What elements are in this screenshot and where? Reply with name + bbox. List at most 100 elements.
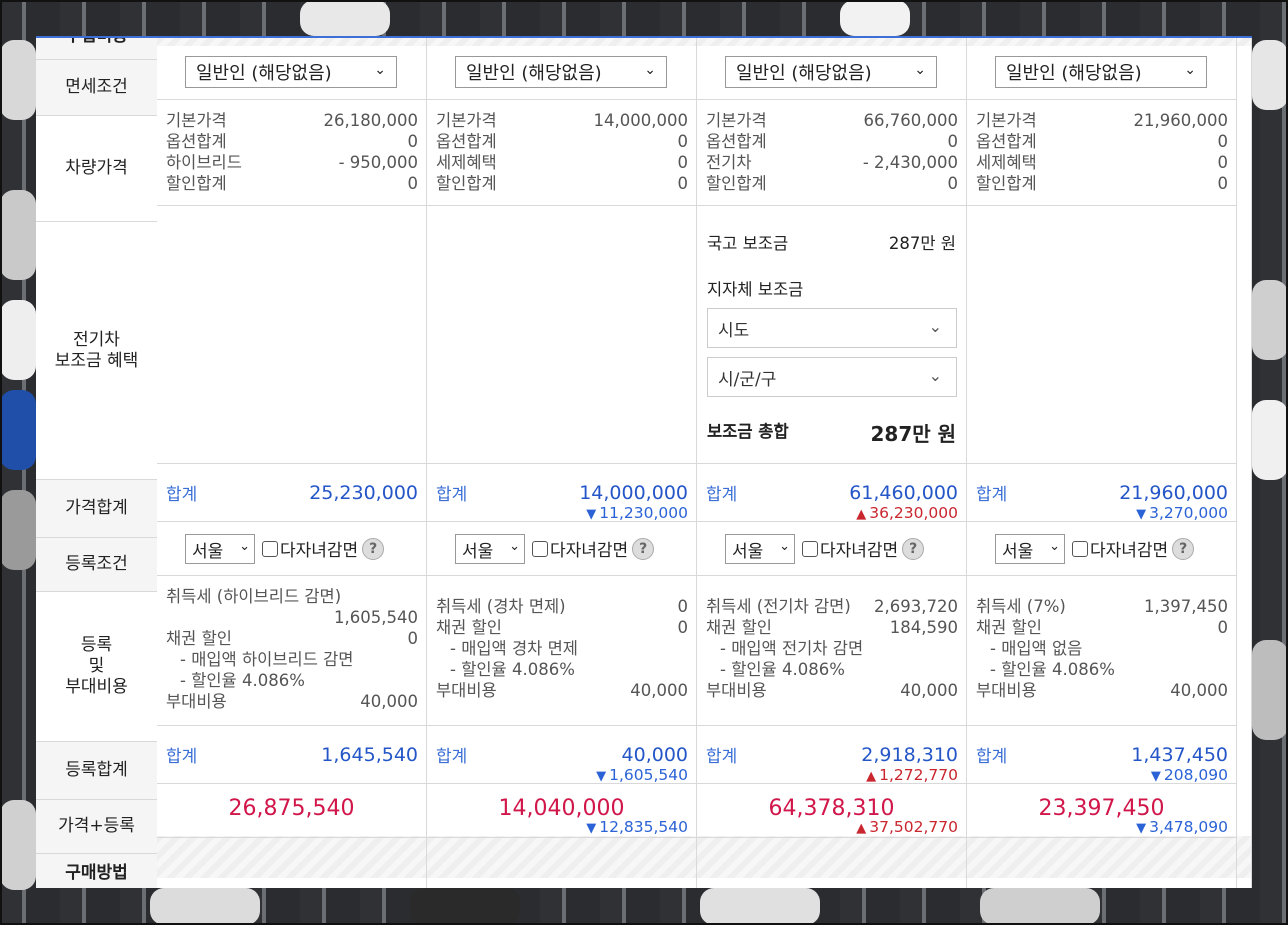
reg-costs-cell: 취득세 (경차 면제) 0 채권 할인 0 - 매입액 경차 면제 - 할인율 4.…: [427, 576, 696, 726]
region-select[interactable]: 서울 ⌄: [725, 534, 795, 564]
region-select[interactable]: 서울 ⌄: [995, 534, 1065, 564]
bond-value: 184,590: [889, 618, 958, 637]
reg-total-cell: 합계 2,918,310 ▲ 1,272,770: [697, 726, 966, 784]
price-line-label: 기본가격: [166, 111, 227, 130]
bond-sub: - 할인율 4.086%: [166, 670, 418, 691]
multi-child-checkbox[interactable]: [262, 540, 278, 557]
ev-subsidy-cell: [967, 206, 1236, 464]
vehicle-column: 일반인 (해당없음) ⌄ 기본가격 21,960,000 옵션합계 0 세제혜택…: [967, 38, 1237, 888]
sido-select[interactable]: 시도 ⌄: [707, 308, 957, 348]
bond-sub-text: - 할인율 4.086%: [450, 660, 575, 679]
price-line: 기본가격 21,960,000: [976, 110, 1228, 131]
multi-child-checkbox[interactable]: [1072, 540, 1088, 557]
extra-label: 부대비용: [976, 681, 1037, 700]
region-select[interactable]: 서울 ⌄: [185, 534, 255, 564]
row-label-car-price: 차량가격: [36, 116, 157, 222]
sigungu-select-value: 시/군/구: [718, 369, 777, 390]
bond-sub: - 매입액 없음: [976, 638, 1228, 659]
reg-sum: 1,645,540: [321, 744, 418, 766]
price-line-value: 66,760,000: [863, 111, 958, 130]
row-label-reg-condition: 등록조건: [36, 538, 157, 592]
row-label-text: 구입비용: [65, 36, 128, 46]
national-subsidy: 국고 보조금 287만 원: [707, 230, 956, 254]
national-subsidy-value: 287만 원: [888, 234, 956, 253]
multi-child-label: 다자녀감면: [550, 541, 629, 561]
help-circle-icon[interactable]: ?: [902, 537, 925, 560]
reg-diff: ▼ 1,605,540: [596, 766, 688, 784]
extra-value: 40,000: [360, 692, 418, 711]
acq-tax-value: 2,693,720: [874, 597, 958, 616]
bond-value: 0: [407, 629, 419, 648]
acq-tax-value: 1,605,540: [334, 608, 418, 627]
price-line-label: 기본가격: [436, 111, 497, 130]
subsidy-total: 보조금 총합 287만 원: [707, 418, 956, 447]
multi-child-checkbox[interactable]: [532, 540, 548, 557]
reg-total-cell: 합계 1,645,540: [157, 726, 426, 784]
price-diff: ▼ 11,230,000: [586, 504, 688, 522]
acq-tax-label: 취득세 (하이브리드 감면): [166, 587, 342, 606]
reg-condition-cell: 서울 ⌄ 다자녀감면 ?: [157, 522, 426, 576]
car-photo: [840, 0, 910, 36]
bond-sub-text: - 매입액 없음: [990, 639, 1083, 658]
tax-condition-select[interactable]: 일반인 (해당없음) ⌄: [185, 56, 397, 88]
car-photo: [0, 800, 36, 890]
price-line: 할인합계 0: [976, 173, 1228, 194]
total-diff: ▲ 37,502,770: [856, 818, 958, 836]
extra-costs: 부대비용 40,000: [166, 691, 418, 712]
tax-condition-select[interactable]: 일반인 (해당없음) ⌄: [995, 56, 1207, 88]
reg-total-cell: 합계 40,000 ▼ 1,605,540: [427, 726, 696, 784]
price-line-value: 0: [1217, 153, 1229, 172]
grand-total-cell: 64,378,310 ▲ 37,502,770: [697, 784, 966, 838]
price-line: 할인합계 0: [706, 173, 958, 194]
price-line: 할인합계 0: [166, 173, 418, 194]
tax-condition-value: 일반인 (해당없음): [1006, 63, 1142, 84]
reg-costs-cell: 취득세 (하이브리드 감면) 1,605,540 채권 할인 0 - 매입액 하이…: [157, 576, 426, 726]
region-select[interactable]: 서울 ⌄: [455, 534, 525, 564]
row-label-reg-total: 등록합계: [36, 742, 157, 800]
sigungu-select[interactable]: 시/군/구 ⌄: [707, 357, 957, 397]
tax-condition-cell: 일반인 (해당없음) ⌄: [697, 46, 966, 100]
row-label-text: 차량가격: [65, 158, 128, 178]
price-line-label: 할인합계: [436, 174, 497, 193]
multi-child-checkbox[interactable]: [802, 540, 818, 557]
acq-tax: 취득세 (7%) 1,397,450: [976, 596, 1228, 617]
extra-value: 40,000: [900, 681, 958, 700]
bond-sub: - 매입액 경차 면제: [436, 638, 688, 659]
price-line-value: 0: [407, 132, 419, 151]
chevron-down-icon: ⌄: [914, 62, 926, 78]
price-sum: 25,230,000: [309, 482, 418, 504]
price-line-value: 26,180,000: [323, 111, 418, 130]
region-value: 서울: [462, 541, 494, 562]
car-price-cell: 기본가격 66,760,000 옵션합계 0 전기차 - 2,430,000 할…: [697, 100, 966, 206]
help-circle-icon[interactable]: ?: [362, 537, 385, 560]
bond-sub: - 할인율 4.086%: [976, 659, 1228, 680]
acq-tax: 취득세 (경차 면제) 0: [436, 596, 688, 617]
price-line-value: 21,960,000: [1133, 111, 1228, 130]
help-circle-icon[interactable]: ?: [632, 537, 655, 560]
price-diff: ▼ 3,270,000: [1136, 504, 1228, 522]
extra-costs: 부대비용 40,000: [436, 680, 688, 701]
acq-tax-title: 취득세 (하이브리드 감면): [166, 586, 418, 607]
total-diff-value: 3,478,090: [1149, 818, 1228, 836]
price-line-value: 14,000,000: [593, 111, 688, 130]
bond-label: 채권 할인: [976, 618, 1042, 637]
row-label-text: 등록합계: [65, 760, 128, 780]
price-sum: 21,960,000: [1119, 482, 1228, 504]
price-total-cell: 합계 61,460,000 ▲ 36,230,000: [697, 464, 966, 522]
multi-child-option: 다자녀감면 ?: [262, 536, 385, 561]
help-circle-icon[interactable]: ?: [1172, 537, 1195, 560]
price-line-label: 할인합계: [706, 174, 767, 193]
bond-sub: - 할인율 4.086%: [706, 659, 958, 680]
bond-sub: - 할인율 4.086%: [436, 659, 688, 680]
triangle-down-icon: ▼: [1136, 821, 1147, 836]
tax-condition-select[interactable]: 일반인 (해당없음) ⌄: [455, 56, 667, 88]
tax-condition-select[interactable]: 일반인 (해당없음) ⌄: [725, 56, 937, 88]
tax-condition-value: 일반인 (해당없음): [466, 63, 602, 84]
price-line: 옵션합계 0: [976, 131, 1228, 152]
car-photo: [0, 40, 36, 120]
multi-child-label: 다자녀감면: [1090, 541, 1169, 561]
national-subsidy-label: 국고 보조금: [707, 234, 789, 253]
region-value: 서울: [192, 541, 224, 562]
total-diff: ▼ 3,478,090: [1136, 818, 1228, 836]
car-photo: [300, 0, 390, 36]
